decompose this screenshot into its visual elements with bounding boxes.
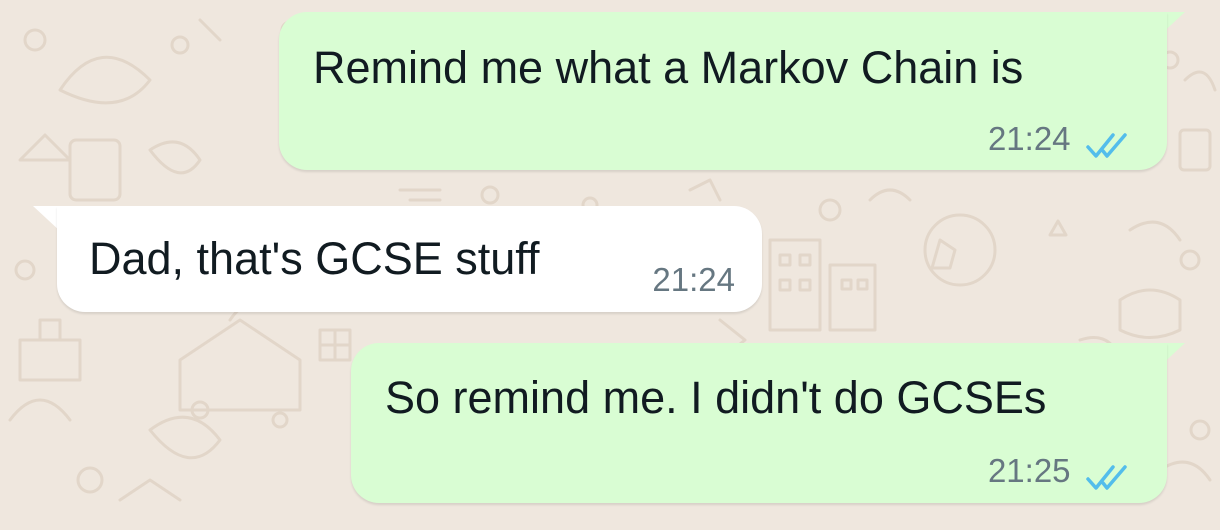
message-meta: 21:24 xyxy=(652,263,735,296)
message-time: 21:24 xyxy=(987,120,1071,157)
message-text: Remind me what a Markov Chain is xyxy=(313,42,1024,93)
outgoing-message-bubble[interactable]: So remind me. I didn't do GCSEs 21:25 xyxy=(351,343,1167,503)
message-text: Dad, that's GCSE stuff xyxy=(89,233,540,284)
message-meta: 21:24 xyxy=(988,122,1133,161)
message-meta: 21:25 xyxy=(988,454,1133,493)
message-time: 21:25 xyxy=(987,452,1071,489)
message-text: So remind me. I didn't do GCSEs xyxy=(385,372,1047,423)
double-check-icon xyxy=(1086,465,1127,490)
incoming-message-bubble[interactable]: Dad, that's GCSE stuff 21:24 xyxy=(57,206,762,312)
double-check-icon xyxy=(1086,133,1127,158)
message-time: 21:24 xyxy=(652,261,735,298)
outgoing-message-bubble[interactable]: Remind me what a Markov Chain is 21:24 xyxy=(279,12,1167,170)
